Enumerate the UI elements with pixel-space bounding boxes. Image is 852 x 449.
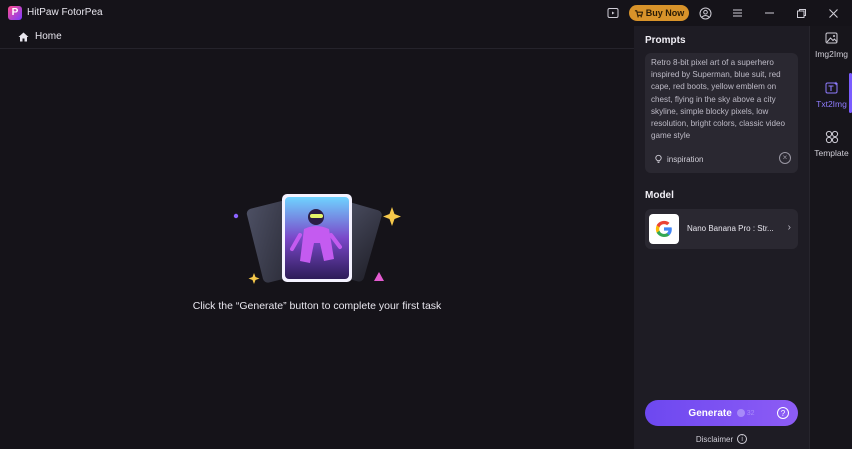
disclaimer-label: Disclaimer (695, 434, 734, 444)
model-selector[interactable]: Nano Banana Pro : Str... › (645, 209, 798, 249)
chevron-right-icon: › (787, 222, 791, 233)
title-bar: P HitPaw FotorPea Buy Now (0, 0, 852, 26)
lightbulb-icon (655, 154, 662, 164)
inspiration-button[interactable]: inspiration (654, 154, 703, 164)
home-link[interactable]: Home (18, 31, 62, 42)
image-edit-icon (825, 32, 837, 44)
minimize-icon[interactable] (761, 5, 777, 21)
info-icon: i (737, 434, 748, 444)
header-divider (0, 48, 634, 49)
home-icon (18, 32, 29, 41)
cart-icon (634, 9, 643, 17)
sparkle-icon (383, 207, 401, 226)
sidebar-item-txt2img[interactable]: Txt2Img (810, 81, 852, 123)
triangle-decor (374, 272, 384, 281)
tool-sidebar: Img2Img Txt2Img Template (809, 26, 852, 449)
coin-icon (736, 409, 745, 417)
model-title: Model (645, 190, 674, 201)
app-title: HitPaw FotorPea (27, 7, 103, 18)
sidebar-item-img2img[interactable]: Img2Img (810, 31, 852, 73)
generation-panel: Prompts Retro 8-bit pixel art of a super… (634, 26, 809, 449)
prompt-text[interactable]: Retro 8-bit pixel art of a superhero ins… (651, 57, 797, 142)
credit-cost: 32 (736, 409, 755, 417)
restore-icon[interactable] (793, 5, 809, 21)
empty-state-hint: Click the “Generate” button to complete … (192, 300, 442, 312)
home-label: Home (35, 31, 62, 42)
sidebar-item-template[interactable]: Template (810, 130, 852, 172)
prompts-title: Prompts (645, 35, 686, 46)
app-logo: P (8, 6, 22, 20)
buy-now-button[interactable]: Buy Now (629, 5, 689, 21)
account-icon[interactable] (697, 5, 713, 21)
clear-prompt-icon[interactable]: × (779, 152, 791, 164)
sparkle-icon (248, 273, 260, 284)
prompt-input[interactable]: Retro 8-bit pixel art of a superhero ins… (645, 53, 798, 173)
text-image-icon (825, 81, 838, 94)
generate-button[interactable]: Generate 32 ? (645, 400, 798, 426)
disclaimer-link[interactable]: Disclaimer i (634, 434, 809, 444)
empty-state-illustration (233, 194, 401, 284)
template-icon (825, 130, 838, 144)
model-name: Nano Banana Pro : Str... (687, 224, 774, 233)
menu-icon[interactable] (729, 5, 745, 21)
inspiration-label: inspiration (667, 154, 704, 164)
generate-label: Generate (688, 407, 732, 419)
decor-dot (233, 213, 239, 219)
help-icon[interactable]: ? (777, 407, 789, 419)
tutorial-icon[interactable] (605, 5, 621, 21)
google-logo-icon (649, 214, 679, 244)
close-icon[interactable] (825, 5, 841, 21)
